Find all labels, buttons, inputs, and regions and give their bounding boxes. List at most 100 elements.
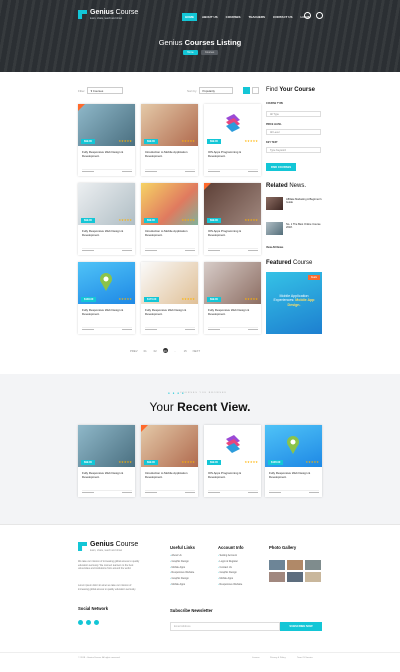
page-number[interactable]: 02 (153, 348, 158, 353)
newsletter-email-input[interactable]: Email Address (170, 622, 280, 631)
footer-link[interactable]: Responsive Website (218, 582, 243, 588)
cart-icon[interactable] (316, 12, 323, 19)
course-title[interactable]: Introduction to Mobile Application Devel… (145, 471, 195, 480)
course-title[interactable]: Fully Responsive Web Design & Developmen… (145, 308, 195, 317)
footer-logo[interactable]: Genius Course learn, share, teach and sh… (78, 541, 138, 552)
page-number[interactable]: 01 (143, 348, 148, 353)
course-meta (145, 248, 195, 251)
course-card[interactable]: $99.00 ★★★★★ Introduction to Mobile Appl… (141, 183, 198, 255)
course-meta (208, 169, 258, 172)
course-card[interactable]: $99.00 ★★★★★ Fully Responsive Web Design… (204, 262, 261, 334)
rating-stars: ★★★★★ (244, 297, 258, 301)
logo-tagline: learn, share, teach and show (90, 549, 123, 552)
featured-course-banner[interactable]: Deals Mobile Application Experiences: Mo… (266, 272, 322, 334)
ribbon-badge (78, 104, 85, 111)
course-card[interactable]: $99.00 ★★★★★ Introduction to Mobile Appl… (141, 104, 198, 176)
price-level-select[interactable]: All Level (266, 129, 321, 135)
course-price: $99.00 (207, 218, 221, 223)
account-info-heading: Account Info (218, 545, 244, 550)
news-title[interactable]: No. 1 The Best Online Course 2018. (286, 223, 324, 230)
recent-course-card[interactable]: $135.00 ★★★★★ Fully Responsive Web Desig… (265, 425, 322, 497)
recent-view-title: Your Recent View. (149, 400, 251, 414)
view-all-news-link[interactable]: View All News (266, 246, 283, 249)
gallery-photo[interactable] (287, 560, 303, 570)
page-number[interactable]: 15 (183, 348, 188, 353)
gallery-photo[interactable] (287, 572, 303, 582)
course-card[interactable]: $170.00 ★★★★★ Fully Responsive Web Desig… (141, 262, 198, 334)
nav-teachers[interactable]: TEACHERS (246, 13, 269, 21)
find-course-heading: Find Your Course (266, 87, 315, 93)
google-plus-icon[interactable] (94, 620, 99, 625)
course-price: $99.00 (207, 460, 221, 465)
ribbon-badge (204, 183, 211, 190)
key-text-label: KEY TEXT (266, 141, 278, 144)
gallery-photo[interactable] (269, 572, 285, 582)
pagination-prev[interactable]: PREV (130, 349, 138, 353)
course-title[interactable]: IOS Apps Programming & Development. (208, 229, 258, 238)
course-card[interactable]: $99.00 ★★★★★ Fully Responsive Web Design… (78, 104, 135, 176)
keyword-input[interactable]: Type Keyword (266, 147, 321, 153)
recent-course-card[interactable]: $99.00 ★★★★★ Introduction to Mobile Appl… (141, 425, 198, 497)
gallery-photo[interactable] (305, 560, 321, 570)
facebook-icon[interactable] (78, 620, 83, 625)
course-title[interactable]: Introduction to Mobile Application Devel… (145, 229, 195, 238)
main-nav: HOME ABOUT US COURSES TEACHERS CONTACT U… (182, 13, 313, 21)
gallery-photo[interactable] (269, 560, 285, 570)
news-item[interactable]: No. 1 The Best Online Course 2018. (266, 222, 326, 236)
license-link[interactable]: License (252, 657, 260, 659)
find-courses-button[interactable]: FIND COURSES (266, 163, 296, 171)
list-view-icon[interactable] (252, 87, 259, 94)
course-price: $99.00 (144, 460, 158, 465)
recent-course-card[interactable]: $99.00 ★★★★★ Fully Responsive Web Design… (78, 425, 135, 497)
gallery-photo[interactable] (305, 572, 321, 582)
course-meta (145, 169, 195, 172)
useful-links-heading: Useful Links (170, 545, 195, 550)
breadcrumb-home[interactable]: Home (183, 50, 198, 55)
page-number-current[interactable]: 03 (162, 348, 168, 353)
search-icon[interactable] (304, 12, 311, 19)
logo[interactable]: Genius Course learn, share, teach and sh… (78, 9, 138, 20)
logo-mark-icon (78, 542, 87, 551)
sort-select[interactable]: Popularity (198, 87, 233, 94)
news-item[interactable]: Affiliate Marketing A Beginner's Guide (266, 197, 326, 211)
rating-stars: ★★★★★ (244, 218, 258, 222)
course-card[interactable]: $99.00 ★★★★★ Fully Responsive Web Design… (78, 183, 135, 255)
course-title[interactable]: Fully Responsive Web Design & Developmen… (82, 471, 132, 480)
course-type-select[interactable]: All Type (266, 111, 321, 117)
twitter-icon[interactable] (86, 620, 91, 625)
nav-about[interactable]: ABOUT US (199, 13, 221, 21)
terms-link[interactable]: Term Of Service (297, 657, 313, 659)
nav-courses[interactable]: COURSES (223, 13, 244, 21)
course-meta (145, 327, 195, 330)
rating-stars: ★★★★★ (305, 460, 319, 464)
nav-home[interactable]: HOME (182, 13, 197, 21)
course-card[interactable]: $99.00 ★★★★★ IOS Apps Programming & Deve… (204, 104, 261, 176)
subscribe-button[interactable]: SUBSCRIBE NOW (280, 622, 322, 631)
pagination-next[interactable]: NEXT (193, 349, 200, 353)
course-title[interactable]: IOS Apps Programming & Development. (208, 150, 258, 159)
course-card[interactable]: $130.00 ★★★★★ Fully Responsive Web Desig… (78, 262, 135, 334)
footer (0, 524, 400, 672)
course-title[interactable]: IOS Apps Programming & Development. (208, 471, 258, 480)
recent-course-card[interactable]: $99.00 ★★★★★ IOS Apps Programming & Deve… (204, 425, 261, 497)
privacy-link[interactable]: Privacy & Policy (270, 657, 286, 659)
page-ellipsis: .. (174, 348, 176, 353)
course-title[interactable]: Fully Responsive Web Design & Developmen… (82, 308, 132, 317)
course-title[interactable]: Fully Responsive Web Design & Developmen… (208, 308, 258, 317)
news-title[interactable]: Affiliate Marketing A Beginner's Guide (286, 198, 324, 205)
nav-contact[interactable]: CONTACT US (270, 13, 295, 21)
course-title[interactable]: Fully Responsive Web Design & Developmen… (269, 471, 319, 480)
course-title[interactable]: Fully Responsive Web Design & Developmen… (82, 229, 132, 238)
course-meta (208, 490, 258, 493)
page-header: Genius Course learn, share, teach and sh… (0, 0, 400, 72)
footer-about-2: Lorem ipsum dolor sit amet we take our m… (78, 584, 136, 591)
social-heading: Social Network (78, 606, 109, 611)
grid-view-icon[interactable] (243, 87, 250, 94)
course-title[interactable]: Introduction to Mobile Application Devel… (145, 150, 195, 159)
category-select[interactable]: ▾ Courses (86, 87, 123, 94)
newsletter-heading: Subscribe Newsletter (170, 608, 213, 613)
course-title[interactable]: Fully Responsive Web Design & Developmen… (82, 150, 132, 159)
footer-link[interactable]: Mobile Apps (170, 582, 194, 588)
course-card[interactable]: $99.00 ★★★★★ IOS Apps Programming & Deve… (204, 183, 261, 255)
rating-stars: ★★★★★ (244, 139, 258, 143)
